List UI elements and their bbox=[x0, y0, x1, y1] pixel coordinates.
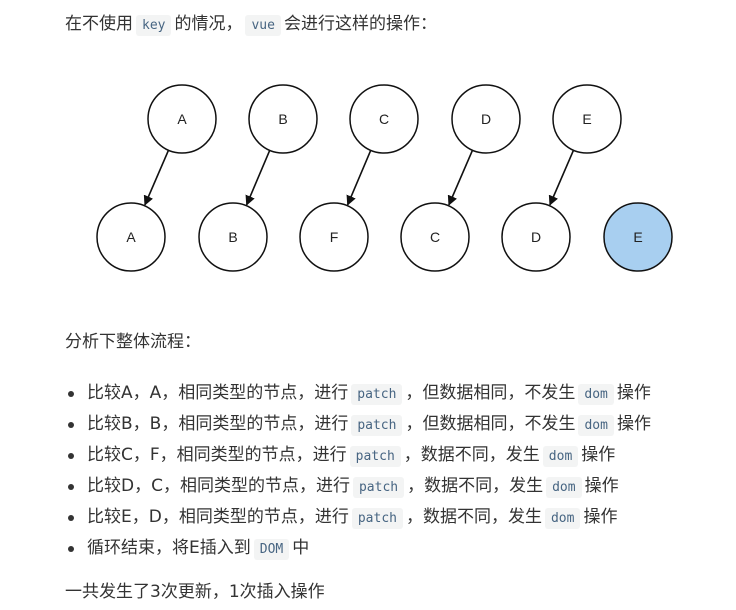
step-text: 操作 bbox=[583, 507, 618, 527]
node-label: B bbox=[278, 111, 287, 127]
old-node: B bbox=[248, 84, 318, 154]
inserted-node: E bbox=[603, 202, 673, 272]
step-text: 比较C，F，相同类型的节点，进行 bbox=[87, 445, 347, 465]
node-label: F bbox=[330, 229, 339, 245]
step-text: 操作 bbox=[581, 445, 616, 465]
node-label: D bbox=[481, 111, 491, 127]
node-label: E bbox=[582, 111, 591, 127]
inline-code-patch: patch bbox=[351, 384, 403, 405]
step-text: ，数据不同，发生 bbox=[407, 476, 544, 496]
diagram-edges bbox=[143, 149, 575, 206]
new-node: C bbox=[400, 202, 470, 272]
step-text: 比较D，C，相同类型的节点，进行 bbox=[87, 476, 350, 496]
node-label: E bbox=[633, 229, 642, 245]
step-text: ，数据不同，发生 bbox=[405, 507, 542, 527]
list-item: 比较A，A，相同类型的节点，进行 patch ，但数据相同，不发生 dom 操作 bbox=[65, 378, 651, 409]
inline-code-dom: dom bbox=[578, 384, 614, 405]
step-text: 循环结束，将E插入到 bbox=[87, 538, 251, 558]
step-text: 操作 bbox=[584, 476, 619, 496]
node-label: C bbox=[379, 111, 389, 127]
inline-code-dom: dom bbox=[544, 508, 581, 529]
inline-code-patch: patch bbox=[351, 415, 403, 436]
inline-code-dom: dom bbox=[578, 415, 614, 436]
flow-heading: 分析下整体流程： bbox=[65, 332, 201, 352]
old-node: E bbox=[552, 84, 622, 154]
new-node: A bbox=[96, 202, 166, 272]
diff-diagram: A B C D E A B F C D E bbox=[96, 84, 673, 272]
old-node: A bbox=[147, 84, 217, 154]
inline-code-patch: patch bbox=[352, 477, 405, 498]
diagram-arrow bbox=[143, 149, 170, 206]
old-node: D bbox=[451, 84, 521, 154]
list-item: 比较D，C，相同类型的节点，进行 patch ，数据不同，发生 dom 操作 bbox=[65, 471, 651, 502]
step-text: 操作 bbox=[616, 383, 651, 403]
diagram-arrow bbox=[548, 149, 575, 206]
list-item: 比较E，D，相同类型的节点，进行 patch ，数据不同，发生 dom 操作 bbox=[65, 502, 651, 533]
step-text: 中 bbox=[292, 538, 310, 558]
node-label: C bbox=[430, 229, 440, 245]
inline-code-dom: dom bbox=[546, 477, 582, 498]
step-text: ，但数据相同，不发生 bbox=[405, 383, 576, 403]
inline-code-dom: dom bbox=[542, 446, 579, 467]
step-text: 比较A，A，相同类型的节点，进行 bbox=[87, 383, 349, 403]
inline-code-patch: patch bbox=[349, 446, 401, 467]
new-node: F bbox=[299, 202, 369, 272]
node-label: A bbox=[177, 111, 187, 127]
steps-list: 比较A，A，相同类型的节点，进行 patch ，但数据相同，不发生 dom 操作 比较B… bbox=[65, 378, 651, 564]
step-text: ，但数据相同，不发生 bbox=[405, 414, 576, 434]
list-item: 比较B，B，相同类型的节点，进行 patch ，但数据相同，不发生 dom 操作 bbox=[65, 409, 651, 440]
diagram-arrow bbox=[245, 149, 271, 206]
list-item: 比较C，F，相同类型的节点，进行 patch ，数据不同，发生 dom 操作 bbox=[65, 440, 651, 471]
old-node: C bbox=[349, 84, 419, 154]
inline-code-dom: DOM bbox=[253, 539, 290, 560]
node-label: A bbox=[126, 229, 136, 245]
new-node: D bbox=[501, 202, 571, 272]
step-text: 比较E，D，相同类型的节点，进行 bbox=[87, 507, 349, 527]
step-text: ，数据不同，发生 bbox=[403, 445, 540, 465]
list-item: 循环结束，将E插入到 DOM 中 bbox=[65, 533, 651, 564]
node-label: B bbox=[228, 229, 237, 245]
inline-code-patch: patch bbox=[351, 508, 403, 529]
node-label: D bbox=[531, 229, 541, 245]
new-node: B bbox=[198, 202, 268, 272]
diagram-arrow bbox=[447, 149, 474, 206]
summary-text: 一共发生了3次更新，1次插入操作 bbox=[65, 582, 325, 602]
step-text: 比较B，B，相同类型的节点，进行 bbox=[87, 414, 349, 434]
diagram-arrow bbox=[346, 149, 372, 206]
step-text: 操作 bbox=[616, 414, 651, 434]
diagram-nodes: A B C D E A B F C D E bbox=[96, 84, 673, 272]
